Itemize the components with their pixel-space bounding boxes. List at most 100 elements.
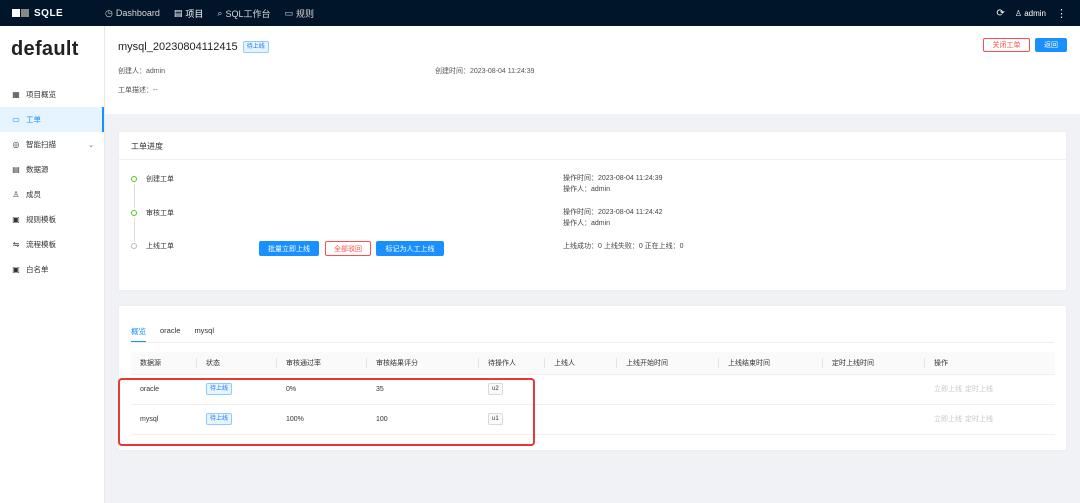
cell-score: 100 xyxy=(367,404,479,435)
search-icon: ⌕ xyxy=(217,7,223,18)
column-header-label: 操作 xyxy=(934,359,948,367)
sidebar-item-overview[interactable]: ▦ 项目概览 xyxy=(0,82,104,107)
step-create-time: 操作时间：2023-08-04 11:24:39 xyxy=(563,175,663,182)
cell-end-time xyxy=(719,374,823,405)
column-header-label: 待操作人 xyxy=(488,359,516,367)
progress-title: 工单进度 xyxy=(119,132,1066,160)
step-create-operator: 操作人：admin xyxy=(563,186,611,193)
created-time: 创建时间：2023-08-04 11:24:39 xyxy=(435,68,535,75)
column-header-label: 定时上线时间 xyxy=(832,359,874,367)
column-header-label: 上线人 xyxy=(554,359,575,367)
step-create: 创建工单 xyxy=(146,176,174,183)
step-pending-icon xyxy=(131,243,137,249)
cell-status: 待上线 xyxy=(197,374,277,405)
step-review-time: 操作时间：2023-08-04 11:24:42 xyxy=(563,209,663,216)
scan-icon: ◎ xyxy=(12,140,20,149)
nav-label: SQL工作台 xyxy=(225,8,271,19)
sidebar-item-members[interactable]: ♙ 成员 xyxy=(0,182,104,207)
cell-status: 待上线 xyxy=(197,404,277,435)
sidebar-item-label: 项目概览 xyxy=(26,90,56,99)
cell-end-time xyxy=(719,404,823,435)
column-header-label: 上线结束时间 xyxy=(728,359,770,367)
process-template-icon: ⇋ xyxy=(12,240,20,249)
column-header: 状态 xyxy=(197,352,277,375)
batch-deploy-button[interactable]: 批量立即上线 xyxy=(259,241,319,256)
logo[interactable]: SQLE xyxy=(0,8,105,19)
order-header: mysql_20230804112415 待上线 创建人：admin 创建时间：… xyxy=(105,26,1080,114)
sidebar-item-label: 流程模板 xyxy=(26,240,56,249)
sidebar-item-datasource[interactable]: ▤ 数据源 xyxy=(0,157,104,182)
nav-rules[interactable]: ▭ 规则 xyxy=(284,7,314,20)
dashboard-icon: ◷ xyxy=(105,7,113,18)
step-create-info: 操作时间：2023-08-04 11:24:39 操作人：admin xyxy=(563,173,662,195)
sidebar-item-process-templates[interactable]: ⇋ 流程模板 xyxy=(0,232,104,257)
status-badge: 待上线 xyxy=(206,413,233,425)
overview-icon: ▦ xyxy=(12,90,20,99)
nav-sql-workbench[interactable]: ⌕ SQL工作台 xyxy=(217,7,270,20)
tab-mysql[interactable]: mysql xyxy=(194,326,214,342)
nav-dashboard[interactable]: ◷ Dashboard xyxy=(105,7,160,20)
tab-oracle[interactable]: oracle xyxy=(160,326,180,342)
table-row: oracle 待上线 0% 35 u2 立即上线 定时上线 xyxy=(131,374,1055,405)
sidebar-item-label: 白名单 xyxy=(26,265,49,274)
step-review-operator: 操作人：admin xyxy=(563,220,611,227)
back-button[interactable]: 返回 xyxy=(1035,38,1067,52)
reject-all-button[interactable]: 全部驳回 xyxy=(325,241,371,256)
cell-start-time xyxy=(617,374,719,405)
tabs-divider xyxy=(131,342,1054,343)
column-header-label: 数据源 xyxy=(140,359,161,367)
user-icon: ♙ xyxy=(12,190,20,199)
nav-label: 项目 xyxy=(185,8,204,19)
schedule-deploy-link[interactable]: 定时上线 xyxy=(965,416,993,423)
operator-tag: u2 xyxy=(488,383,503,395)
top-right-tools: ⟳ ♙ admin ⋮ xyxy=(996,7,1080,20)
column-header: 上线人 xyxy=(545,352,617,375)
refresh-icon[interactable]: ⟳ xyxy=(996,8,1004,19)
cell-score: 35 xyxy=(367,374,479,405)
schedule-deploy-link[interactable]: 定时上线 xyxy=(965,386,993,393)
main-nav: ◷ Dashboard ▤ 项目 ⌕ SQL工作台 ▭ 规则 xyxy=(105,7,314,20)
database-icon: ▤ xyxy=(12,165,20,174)
rule-template-icon: ▣ xyxy=(12,215,20,224)
datasource-table: 数据源 状态 审核通过率 审核结果评分 待操作人 上线人 上线开始时间 上线结束… xyxy=(131,352,1055,435)
brand-name: SQLE xyxy=(34,7,64,19)
column-header: 上线开始时间 xyxy=(617,352,719,375)
sidebar-item-whitelist[interactable]: ▣ 白名单 xyxy=(0,257,104,282)
creator: 创建人：admin xyxy=(118,68,166,75)
cell-datasource: mysql xyxy=(131,404,197,435)
step-review-info: 操作时间：2023-08-04 11:24:42 操作人：admin xyxy=(563,207,662,229)
monitor-icon: ▭ xyxy=(284,7,293,18)
cell-datasource: oracle xyxy=(131,374,197,405)
project-icon: ▤ xyxy=(173,7,183,18)
more-icon[interactable]: ⋮ xyxy=(1056,7,1067,20)
sidebar-item-rule-templates[interactable]: ▣ 规则模板 xyxy=(0,207,104,232)
deploy-stats: 上线成功：0 上线失败：0 正在上线：0 xyxy=(563,243,684,250)
username: admin xyxy=(1024,8,1046,18)
sidebar: default ▦ 项目概览 ▭ 工单 ◎ 智能扫描 ⌄ ▤ 数据源 ♙ 成员 ▣ 规则模板 … xyxy=(0,26,105,503)
cell-start-time xyxy=(617,404,719,435)
column-header-label: 审核结果评分 xyxy=(376,359,418,367)
column-header: 数据源 xyxy=(131,352,197,375)
step-deploy: 上线工单 xyxy=(146,243,174,250)
nav-project[interactable]: ▤ 项目 xyxy=(174,7,204,20)
cell-deployer xyxy=(545,374,617,405)
step-done-icon xyxy=(131,210,137,216)
user-menu[interactable]: ♙ admin xyxy=(1015,9,1046,18)
cell-deployer xyxy=(545,404,617,435)
close-order-button[interactable]: 关闭工单 xyxy=(983,38,1030,52)
cell-pass-rate: 100% xyxy=(277,404,367,435)
progress-card: 工单进度 创建工单 操作时间：2023-08-04 11:24:39 操作人：a… xyxy=(118,131,1067,291)
deploy-now-link[interactable]: 立即上线 xyxy=(934,386,962,393)
deploy-now-link[interactable]: 立即上线 xyxy=(934,416,962,423)
datasource-tabs: 概览 oracle mysql xyxy=(131,326,214,342)
sidebar-item-orders[interactable]: ▭ 工单 xyxy=(0,107,104,132)
column-header-label: 上线开始时间 xyxy=(626,359,668,367)
logo-mark-shadow xyxy=(21,9,29,17)
mark-manual-deploy-button[interactable]: 标记为人工上线 xyxy=(376,241,444,256)
sidebar-item-scan[interactable]: ◎ 智能扫描 ⌄ xyxy=(0,132,104,157)
logo-mark xyxy=(12,9,20,17)
tab-overview[interactable]: 概览 xyxy=(131,326,146,342)
status-badge: 待上线 xyxy=(206,383,233,395)
status-badge: 待上线 xyxy=(242,41,269,53)
step-connector xyxy=(134,184,135,208)
